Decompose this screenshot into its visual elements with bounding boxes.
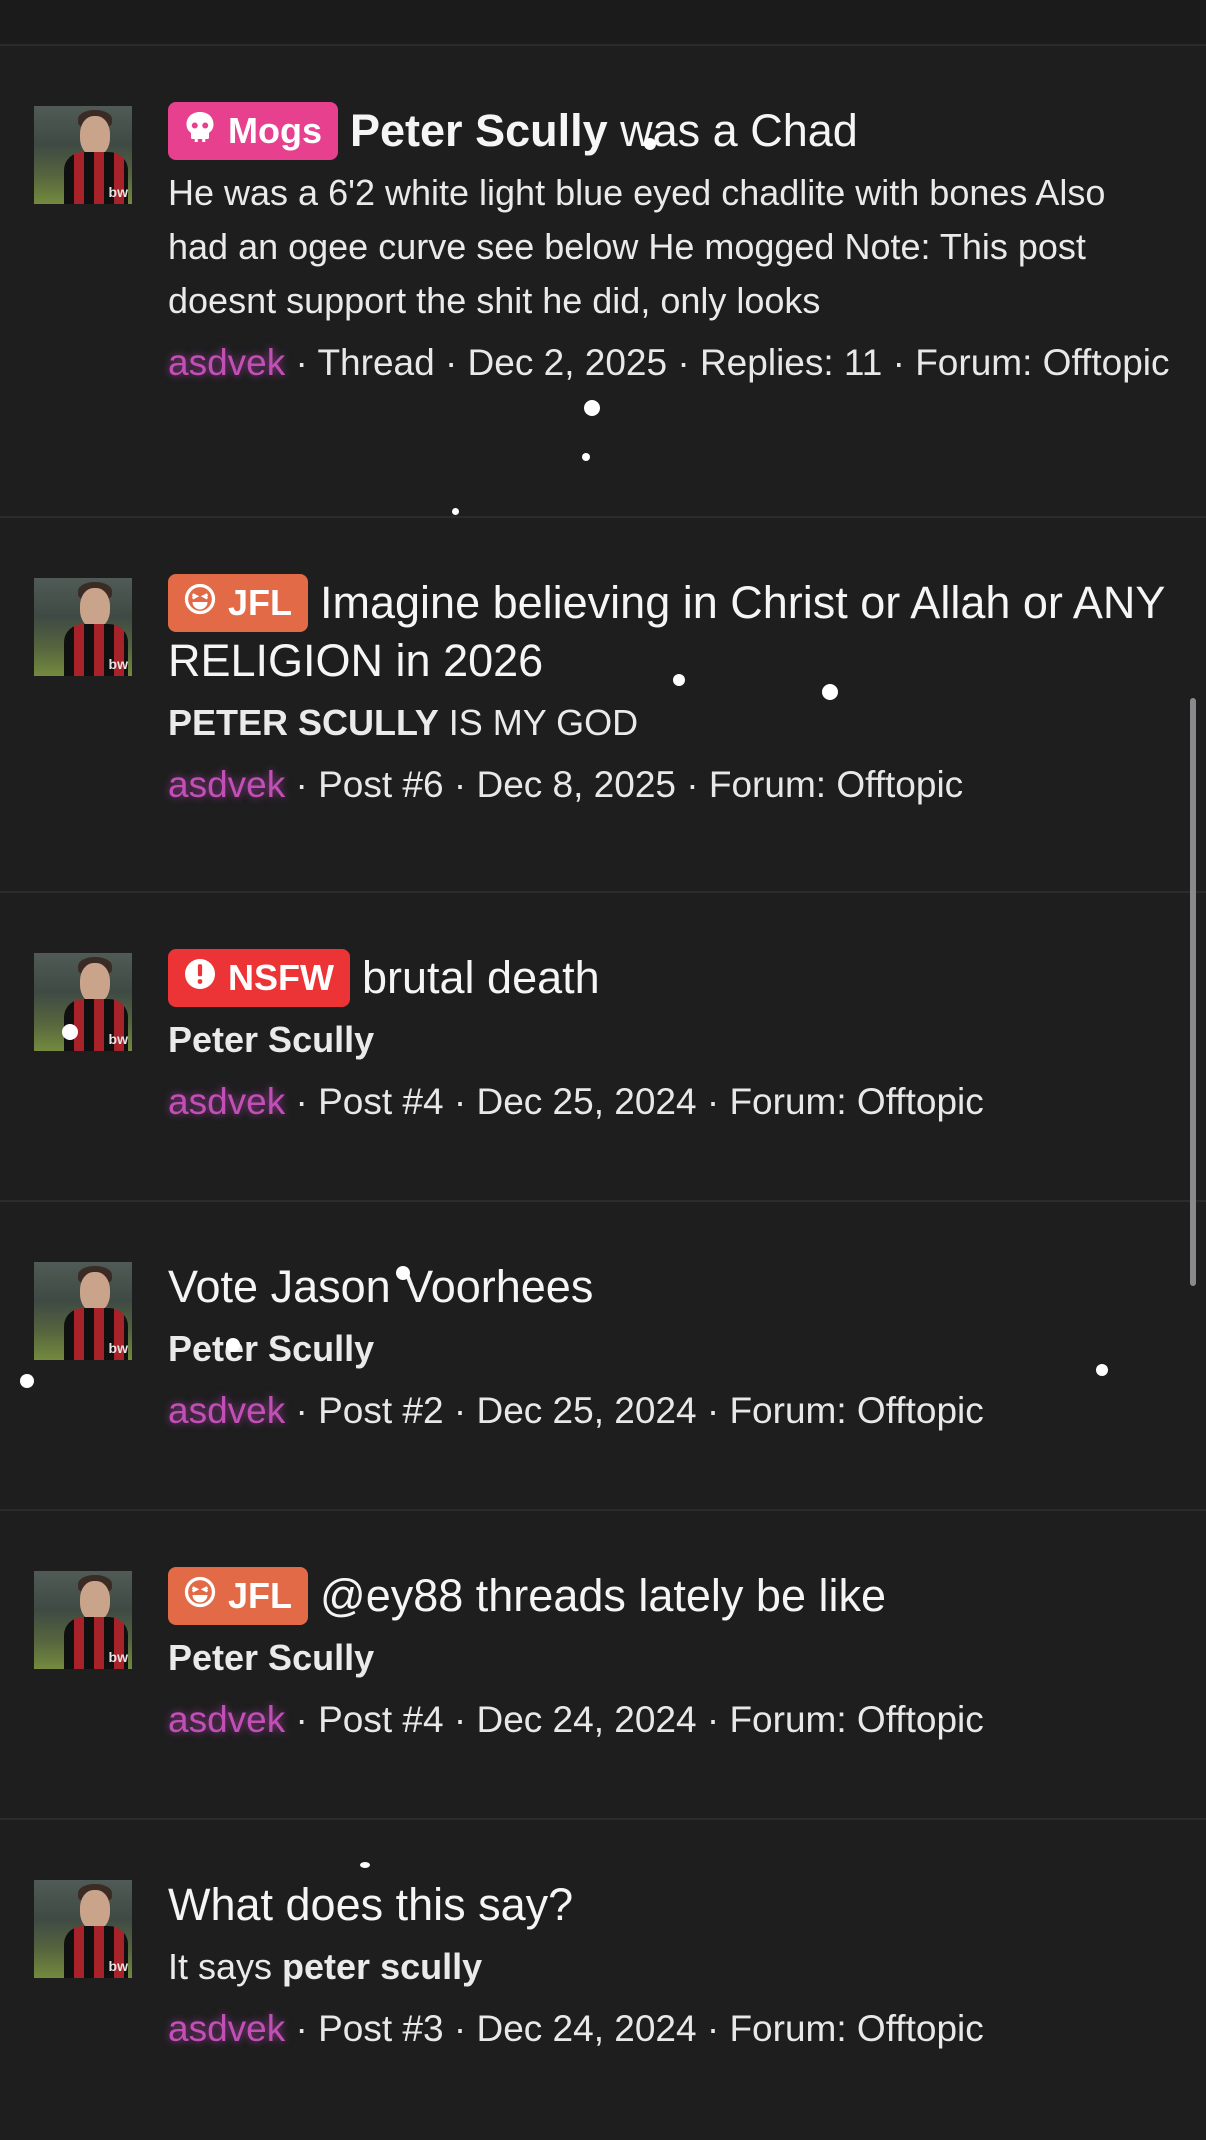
avatar-face <box>80 963 110 1003</box>
snow-particle <box>644 138 656 150</box>
laugh-icon <box>182 1569 218 1627</box>
post-snippet: Peter Scully <box>168 1322 1172 1376</box>
result-meta: asdvek · Post #4 · Dec 25, 2024 · Forum:… <box>168 1075 1172 1129</box>
avatar[interactable]: bw <box>34 578 132 676</box>
avatar-watermark: bw <box>108 1958 128 1974</box>
username-link[interactable]: asdvek <box>168 1390 285 1431</box>
username-link[interactable]: asdvek <box>168 1081 285 1122</box>
prefix-badge[interactable]: NSFW <box>168 949 350 1007</box>
username-link[interactable]: asdvek <box>168 1699 285 1740</box>
thread-title[interactable]: JFL Imagine believing in Christ or Allah … <box>168 574 1172 690</box>
list-item[interactable]: bw JFL @ey88 threads lately be like Peter… <box>0 1511 1206 1820</box>
snippet-text: IS MY GOD <box>438 702 639 743</box>
meta-details: · Post #4 · Dec 24, 2024 · Forum: Offtop… <box>285 1699 984 1740</box>
skull-icon <box>182 104 218 162</box>
title-text: Vote Jason Voorhees <box>168 1261 594 1312</box>
list-item[interactable]: bw NSFW brutal death Peter Scully asdvek … <box>0 893 1206 1202</box>
snippet-text: He was a 6'2 white light blue eyed chadl… <box>168 172 1106 321</box>
thread-title[interactable]: NSFW brutal death <box>168 949 1172 1007</box>
meta-details: · Thread · Dec 2, 2025 · Replies: 11 · F… <box>285 342 1170 383</box>
result-meta: asdvek · Post #3 · Dec 24, 2024 · Forum:… <box>168 2002 1172 2056</box>
avatar-watermark: bw <box>108 184 128 200</box>
snow-particle <box>396 1266 410 1280</box>
snow-particle <box>584 400 600 416</box>
prefix-badge[interactable]: Mogs <box>168 102 338 160</box>
result-meta: asdvek · Post #4 · Dec 24, 2024 · Forum:… <box>168 1693 1172 1747</box>
post-snippet: He was a 6'2 white light blue eyed chadl… <box>168 166 1172 328</box>
snow-particle <box>226 1338 240 1352</box>
avatar[interactable]: bw <box>34 1880 132 1978</box>
username-link[interactable]: asdvek <box>168 764 285 805</box>
snow-particle <box>62 1024 78 1040</box>
username-link[interactable]: asdvek <box>168 342 285 383</box>
snippet-text: It says <box>168 1946 283 1987</box>
list-item[interactable]: bw JFL Imagine believing in Christ or All… <box>0 518 1206 893</box>
avatar-watermark: bw <box>108 1340 128 1356</box>
meta-details: · Post #6 · Dec 8, 2025 · Forum: Offtopi… <box>285 764 964 805</box>
avatar-face <box>80 116 110 156</box>
snow-particle <box>20 1374 34 1388</box>
result-meta: asdvek · Post #2 · Dec 25, 2024 · Forum:… <box>168 1384 1172 1438</box>
snow-particle <box>1096 1364 1108 1376</box>
top-bar <box>0 0 1206 46</box>
snow-particle <box>673 674 685 686</box>
prefix-badge[interactable]: JFL <box>168 574 309 634</box>
meta-details: · Post #3 · Dec 24, 2024 · Forum: Offtop… <box>285 2008 984 2049</box>
avatar-watermark: bw <box>108 1031 128 1047</box>
snippet-highlight: PETER SCULLY <box>168 702 439 743</box>
list-item[interactable]: bw What does this say? It says peter scu… <box>0 1820 1206 2140</box>
badge-label: Mogs <box>228 110 322 151</box>
scrollbar-thumb[interactable] <box>1190 698 1196 1286</box>
badge-label: JFL <box>228 582 293 623</box>
list-item[interactable]: bw Vote Jason Voorhees Peter Scully asdv… <box>0 1202 1206 1511</box>
snow-particle <box>360 1862 370 1868</box>
thread-title[interactable]: Vote Jason Voorhees <box>168 1258 1172 1316</box>
avatar-watermark: bw <box>108 656 128 672</box>
search-results-list: bw Mogs Peter Scully was a Chad He was a … <box>0 46 1206 2140</box>
thread-title[interactable]: JFL @ey88 threads lately be like <box>168 1567 1172 1625</box>
avatar[interactable]: bw <box>34 1262 132 1360</box>
badge-label: JFL <box>228 1575 293 1616</box>
avatar-face <box>80 1272 110 1312</box>
list-item[interactable]: bw Mogs Peter Scully was a Chad He was a … <box>0 46 1206 518</box>
laugh-icon <box>182 576 218 634</box>
post-snippet: Peter Scully <box>168 1631 1172 1685</box>
meta-details: · Post #4 · Dec 25, 2024 · Forum: Offtop… <box>285 1081 984 1122</box>
snippet-highlight: Peter Scully <box>168 1637 375 1678</box>
avatar[interactable]: bw <box>34 953 132 1051</box>
prefix-badge[interactable]: JFL <box>168 1567 309 1627</box>
snow-particle <box>822 684 838 700</box>
snippet-highlight: peter scully <box>282 1946 483 1987</box>
result-meta: asdvek · Post #6 · Dec 8, 2025 · Forum: … <box>168 758 1172 812</box>
avatar-watermark: bw <box>108 1649 128 1665</box>
avatar[interactable]: bw <box>34 106 132 204</box>
post-snippet: It says peter scully <box>168 1940 1172 1994</box>
meta-details: · Post #2 · Dec 25, 2024 · Forum: Offtop… <box>285 1390 984 1431</box>
username-link[interactable]: asdvek <box>168 2008 285 2049</box>
title-text: @ey88 threads lately be like <box>320 1570 887 1621</box>
avatar-face <box>80 588 110 628</box>
alert-icon <box>182 951 218 1009</box>
result-meta: asdvek · Thread · Dec 2, 2025 · Replies:… <box>168 336 1172 390</box>
snow-particle <box>582 453 590 461</box>
title-text: brutal death <box>361 952 600 1003</box>
title-text: What does this say? <box>168 1879 574 1930</box>
post-snippet: Peter Scully <box>168 1013 1172 1067</box>
avatar-face <box>80 1890 110 1930</box>
snippet-highlight: Peter Scully <box>168 1019 375 1060</box>
post-snippet: PETER SCULLY IS MY GOD <box>168 696 1172 750</box>
badge-label: NSFW <box>228 957 334 998</box>
avatar-face <box>80 1581 110 1621</box>
title-highlight: Peter Scully <box>350 105 608 156</box>
title-text: Imagine believing in Christ or Allah or … <box>168 577 1165 686</box>
thread-title[interactable]: What does this say? <box>168 1876 1172 1934</box>
avatar[interactable]: bw <box>34 1571 132 1669</box>
snippet-highlight: Peter Scully <box>168 1328 375 1369</box>
snow-particle <box>452 508 459 515</box>
thread-title[interactable]: Mogs Peter Scully was a Chad <box>168 102 1172 160</box>
